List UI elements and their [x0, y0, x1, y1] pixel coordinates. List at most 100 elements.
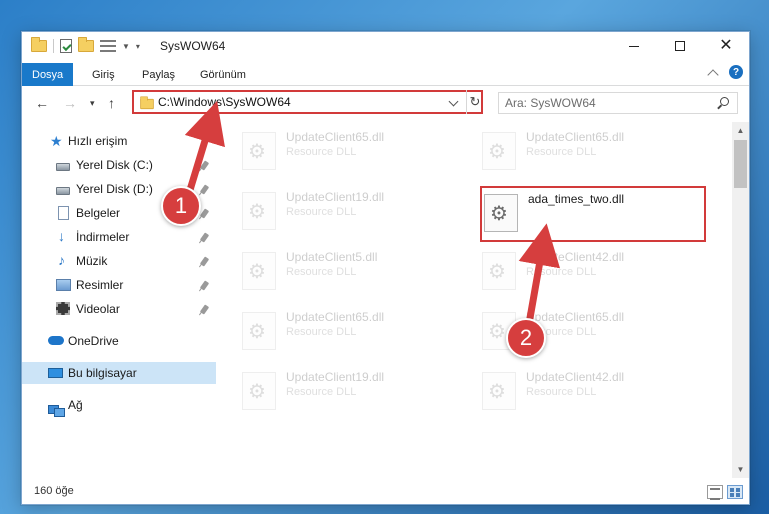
quick-access-toolbar: ▼ ▾: [31, 37, 140, 54]
step-badge-2: 2: [506, 318, 546, 358]
nav-item-label: Yerel Disk (D:): [76, 182, 153, 196]
view-icon[interactable]: [100, 40, 116, 52]
nav-item-label: Videolar: [76, 302, 120, 316]
tab-gorunum[interactable]: Görünüm: [190, 63, 256, 86]
properties-icon[interactable]: [60, 39, 72, 53]
status-bar: 160 öğe: [22, 480, 749, 504]
close-button[interactable]: ✕: [703, 32, 749, 60]
maximize-icon: [675, 41, 685, 51]
file-item[interactable]: UpdateClient5.dll Resource DLL: [238, 244, 468, 294]
recent-locations-icon[interactable]: ▾: [90, 98, 95, 109]
nav-item-label: Ağ: [68, 398, 83, 412]
vertical-scrollbar[interactable]: ▲ ▼: [732, 122, 749, 478]
file-name: UpdateClient65.dll: [526, 310, 625, 324]
help-icon[interactable]: ?: [729, 65, 743, 79]
window-title: SysWOW64: [160, 39, 226, 53]
nav-item-local-disk-c[interactable]: Yerel Disk (C:): [22, 154, 216, 176]
file-name: UpdateClient42.dll: [526, 250, 625, 264]
file-name: UpdateClient65.dll: [286, 310, 385, 324]
nav-item-label: Bu bilgisayar: [68, 366, 137, 380]
up-arrow-icon[interactable]: ↑: [108, 95, 115, 111]
toolbar-separator: [53, 39, 54, 53]
large-icons-view-icon[interactable]: [727, 485, 743, 499]
back-arrow-icon[interactable]: ←: [35, 95, 49, 111]
file-name: UpdateClient42.dll: [526, 370, 625, 384]
file-item-ada-times-two[interactable]: ada_times_two.dll: [480, 186, 706, 242]
file-item[interactable]: UpdateClient65.dll Resource DLL: [238, 304, 468, 354]
dll-file-icon: [482, 132, 516, 170]
file-name: UpdateClient19.dll: [286, 190, 385, 204]
nav-item-label: Yerel Disk (C:): [76, 158, 153, 172]
file-item[interactable]: UpdateClient19.dll Resource DLL: [238, 184, 468, 234]
nav-item-onedrive[interactable]: OneDrive: [22, 330, 216, 352]
nav-item-videos[interactable]: Videolar: [22, 298, 216, 320]
minimize-button[interactable]: [611, 32, 657, 60]
file-type: Resource DLL: [286, 146, 357, 158]
file-type: Resource DLL: [286, 266, 357, 278]
address-dropdown-icon[interactable]: [448, 96, 459, 107]
file-name: UpdateClient65.dll: [526, 130, 625, 144]
file-type: Resource DLL: [526, 266, 597, 278]
pin-icon: [199, 160, 210, 171]
address-path[interactable]: C:\Windows\SysWOW64: [158, 95, 291, 109]
forward-arrow-icon[interactable]: →: [63, 95, 77, 111]
file-item[interactable]: UpdateClient19.dll Resource DLL: [238, 364, 468, 414]
nav-item-music[interactable]: ♪ Müzik: [22, 250, 216, 272]
file-type: Resource DLL: [286, 386, 357, 398]
customize-toolbar-icon[interactable]: ▾: [136, 42, 140, 51]
item-count: 160 öğe: [34, 485, 74, 497]
downloads-icon: ↓: [58, 228, 65, 244]
nav-item-label: Resimler: [76, 278, 124, 292]
nav-item-downloads[interactable]: ↓ İndirmeler: [22, 226, 216, 248]
pin-icon: [199, 184, 210, 195]
file-name: UpdateClient19.dll: [286, 370, 385, 384]
pin-icon: [199, 280, 210, 291]
ribbon-tabs: Dosya Giriş Paylaş Görünüm ?: [22, 60, 749, 86]
maximize-button[interactable]: [657, 32, 703, 60]
dll-file-icon: [242, 312, 276, 350]
nav-item-label: Müzik: [76, 254, 108, 268]
file-type: Resource DLL: [286, 206, 357, 218]
nav-item-pictures[interactable]: Resimler: [22, 274, 216, 296]
search-input[interactable]: Ara: SysWOW64: [498, 92, 738, 114]
file-name: ada_times_two.dll: [528, 192, 625, 206]
refresh-icon[interactable]: ↻: [466, 90, 483, 114]
music-icon: ♪: [58, 252, 65, 268]
file-item[interactable]: UpdateClient65.dll Resource DLL: [478, 124, 708, 174]
file-name: UpdateClient5.dll: [286, 250, 378, 264]
nav-item-label: Belgeler: [76, 206, 121, 220]
file-item[interactable]: UpdateClient42.dll Resource DLL: [478, 364, 708, 414]
dll-file-icon: [242, 192, 276, 230]
collapse-ribbon-icon[interactable]: [707, 68, 719, 81]
details-view-icon[interactable]: [707, 485, 723, 500]
tab-paylas[interactable]: Paylaş: [132, 63, 185, 86]
dll-file-icon: [242, 372, 276, 410]
tab-dosya[interactable]: Dosya: [22, 63, 74, 86]
file-item[interactable]: UpdateClient42.dll Resource DLL: [478, 244, 708, 294]
file-type: Resource DLL: [526, 146, 597, 158]
dll-file-icon: [484, 194, 518, 232]
nav-item-this-pc[interactable]: Bu bilgisayar: [22, 362, 216, 384]
pin-icon: [199, 232, 210, 243]
address-bar[interactable]: C:\Windows\SysWOW64 ↻: [132, 90, 483, 114]
scroll-up-icon[interactable]: ▲: [732, 122, 749, 139]
file-explorer-window: ▼ ▾ SysWOW64 ✕ Dosya Giriş Paylaş Görünü…: [21, 31, 750, 505]
folder-icon: [31, 37, 47, 52]
scroll-down-icon[interactable]: ▼: [732, 461, 749, 478]
address-row: ← → ▾ ↑ C:\Windows\SysWOW64 ↻ Ara: SysWO…: [22, 87, 749, 119]
nav-item-label: OneDrive: [68, 334, 119, 348]
drive-icon: [56, 162, 70, 171]
pictures-icon: [56, 279, 71, 291]
file-type: Resource DLL: [286, 326, 357, 338]
scroll-thumb[interactable]: [734, 140, 747, 188]
file-type: Resource DLL: [526, 386, 597, 398]
star-icon: ★: [50, 133, 63, 149]
view-dropdown-icon[interactable]: ▼: [122, 42, 130, 51]
tab-giris[interactable]: Giriş: [82, 63, 125, 86]
new-folder-icon[interactable]: [78, 37, 94, 52]
search-icon[interactable]: [720, 97, 729, 106]
nav-item-network[interactable]: Ağ: [22, 394, 216, 417]
file-item[interactable]: UpdateClient65.dll Resource DLL: [238, 124, 468, 174]
close-icon: ✕: [719, 37, 733, 54]
nav-item-quick-access[interactable]: ★ Hızlı erişim: [22, 130, 216, 152]
